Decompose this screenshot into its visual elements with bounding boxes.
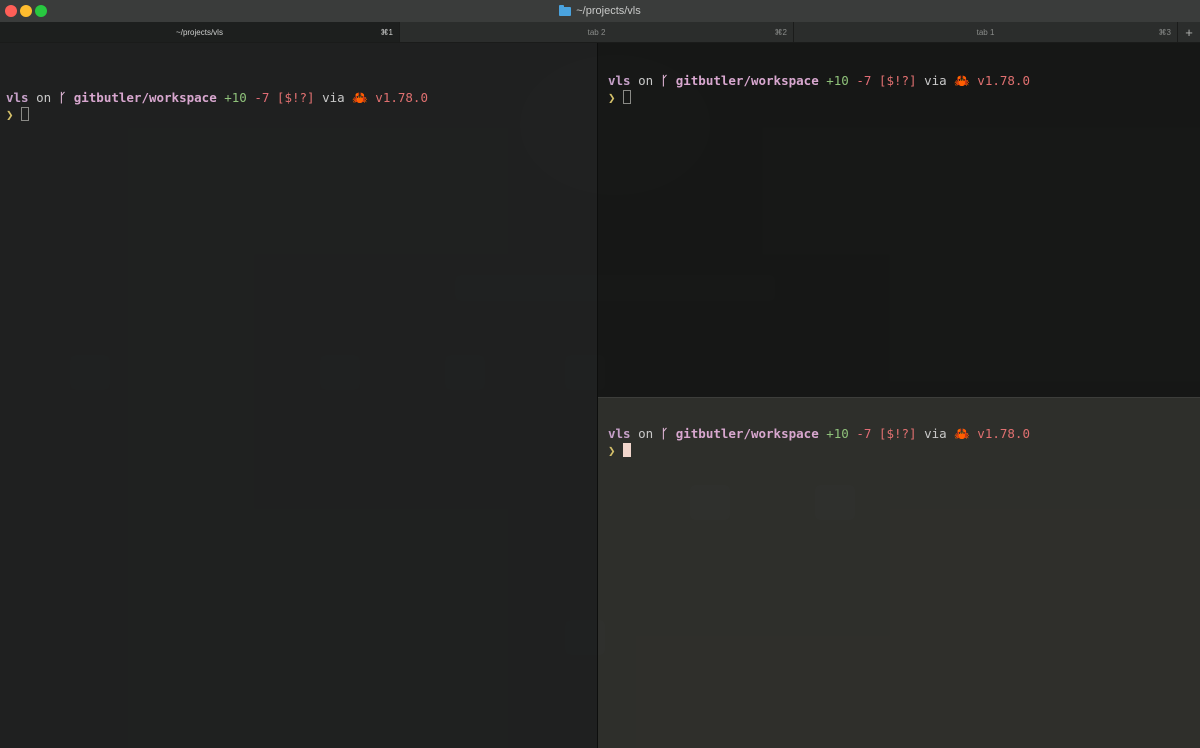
terminal-window: ~/projects/vls ~/projects/vls ⌘1 tab 2 ⌘… bbox=[0, 0, 1200, 748]
prompt-removed: -7 bbox=[246, 90, 270, 105]
input-line[interactable]: ❯ bbox=[608, 442, 632, 459]
text-cursor bbox=[623, 443, 632, 457]
tab-bar: ~/projects/vls ⌘1 tab 2 ⌘2 tab 1 ⌘3 + bbox=[0, 22, 1200, 43]
prompt-via: via bbox=[916, 426, 955, 441]
prompt-arrow: ❯ bbox=[6, 107, 22, 122]
input-line[interactable]: ❯ bbox=[6, 106, 30, 123]
prompt-dir: vls bbox=[6, 90, 29, 105]
terminal-pane-left[interactable]: vls on ᚴ gitbutler/workspace +10 -7 [$!?… bbox=[0, 43, 597, 748]
tab-3[interactable]: tab 1 ⌘3 bbox=[794, 22, 1178, 42]
rust-crab-icon: 🦀 bbox=[954, 426, 970, 441]
folder-icon bbox=[559, 4, 572, 16]
prompt-branch: gitbutler/workspace bbox=[66, 90, 217, 105]
prompt-dir: vls bbox=[608, 73, 631, 88]
prompt-line: vls on ᚴ gitbutler/workspace +10 -7 [$!?… bbox=[608, 72, 1030, 89]
pane-divider-horizontal[interactable] bbox=[598, 397, 1200, 398]
tab-label: ~/projects/vls bbox=[176, 27, 223, 37]
tab-shortcut: ⌘2 bbox=[774, 27, 787, 37]
input-line[interactable]: ❯ bbox=[608, 89, 632, 106]
tab-label: tab 2 bbox=[587, 27, 606, 37]
tab-shortcut: ⌘3 bbox=[1158, 27, 1171, 37]
terminal-pane-right-top[interactable]: vls on ᚴ gitbutler/workspace +10 -7 [$!?… bbox=[598, 43, 1200, 397]
prompt-branch: gitbutler/workspace bbox=[668, 426, 819, 441]
tab-shortcut: ⌘1 bbox=[380, 27, 393, 37]
new-tab-button[interactable]: + bbox=[1178, 22, 1200, 42]
prompt-removed: -7 bbox=[848, 426, 872, 441]
prompt-dir: vls bbox=[608, 426, 631, 441]
terminal-pane-right-bottom[interactable]: vls on ᚴ gitbutler/workspace +10 -7 [$!?… bbox=[598, 398, 1200, 748]
prompt-arrow: ❯ bbox=[608, 90, 624, 105]
prompt-version: v1.78.0 bbox=[969, 73, 1030, 88]
title-bar[interactable]: ~/projects/vls bbox=[0, 0, 1200, 23]
tab-label: tab 1 bbox=[976, 27, 995, 37]
rust-crab-icon: 🦀 bbox=[352, 90, 368, 105]
prompt-on: on bbox=[630, 426, 661, 441]
prompt-version: v1.78.0 bbox=[969, 426, 1030, 441]
prompt-status: [$!?] bbox=[269, 90, 315, 105]
prompt-removed: -7 bbox=[848, 73, 872, 88]
prompt-via: via bbox=[314, 90, 353, 105]
tab-2[interactable]: tab 2 ⌘2 bbox=[400, 22, 794, 42]
text-cursor bbox=[623, 90, 632, 104]
text-cursor bbox=[21, 107, 30, 121]
prompt-via: via bbox=[916, 73, 955, 88]
tab-1[interactable]: ~/projects/vls ⌘1 bbox=[0, 22, 400, 42]
prompt-line: vls on ᚴ gitbutler/workspace +10 -7 [$!?… bbox=[6, 89, 428, 106]
prompt-arrow: ❯ bbox=[608, 443, 624, 458]
prompt-status: [$!?] bbox=[871, 426, 917, 441]
prompt-on: on bbox=[28, 90, 59, 105]
prompt-status: [$!?] bbox=[871, 73, 917, 88]
prompt-added: +10 bbox=[216, 90, 247, 105]
rust-crab-icon: 🦀 bbox=[954, 73, 970, 88]
pane-divider-vertical[interactable] bbox=[597, 43, 598, 748]
window-title: ~/projects/vls bbox=[0, 0, 1200, 22]
prompt-version: v1.78.0 bbox=[367, 90, 428, 105]
prompt-on: on bbox=[630, 73, 661, 88]
window-title-text: ~/projects/vls bbox=[576, 5, 641, 17]
prompt-added: +10 bbox=[818, 73, 849, 88]
prompt-added: +10 bbox=[818, 426, 849, 441]
prompt-line: vls on ᚴ gitbutler/workspace +10 -7 [$!?… bbox=[608, 425, 1030, 442]
prompt-branch: gitbutler/workspace bbox=[668, 73, 819, 88]
